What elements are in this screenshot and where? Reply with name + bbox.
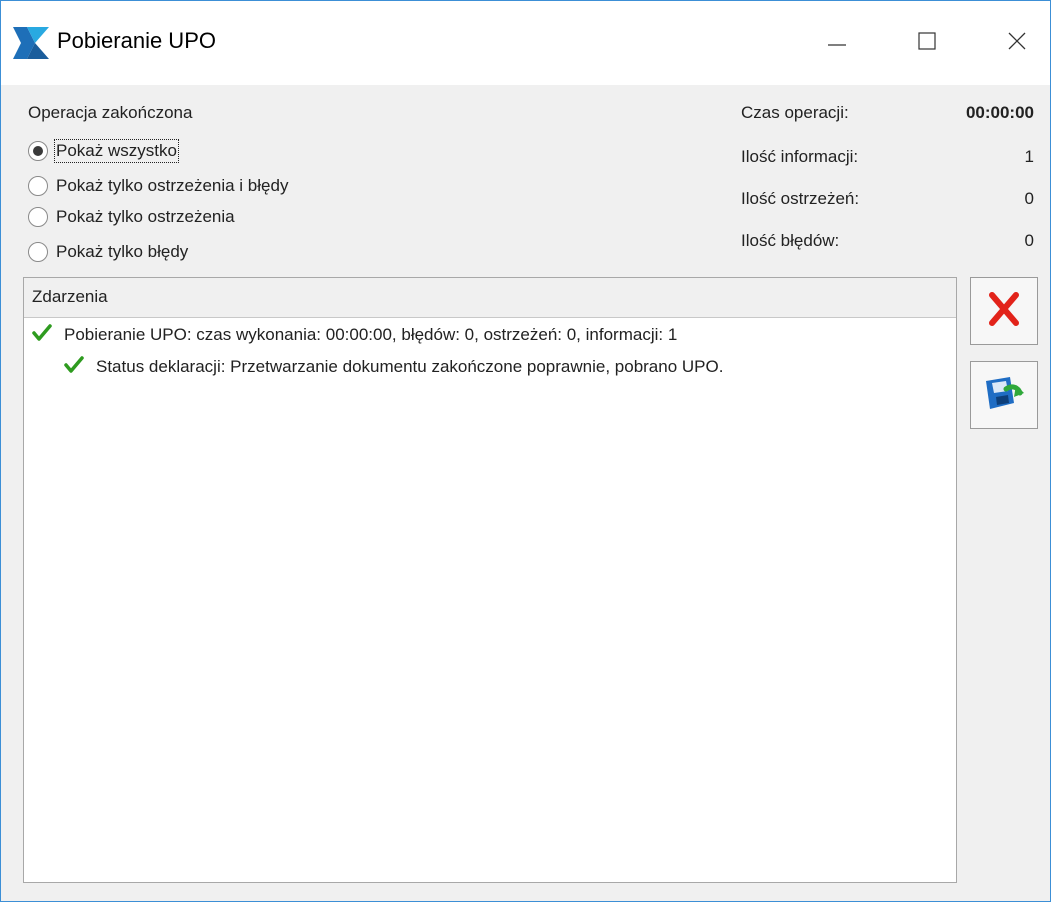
maximize-icon: [918, 32, 936, 50]
operation-status: Operacja zakończona: [28, 103, 193, 122]
radio-button[interactable]: [28, 207, 48, 227]
radio-show-warnings-and-errors[interactable]: Pokaż tylko ostrzeżenia i błędy: [28, 173, 288, 199]
red-x-icon: [986, 291, 1022, 332]
event-text: Status deklaracji: Przetwarzanie dokumen…: [96, 357, 724, 376]
radio-show-errors[interactable]: Pokaż tylko błędy: [28, 239, 188, 265]
operation-time-label: Czas operacji:: [741, 103, 849, 122]
warnings-count-label: Ilość ostrzeżeń:: [741, 189, 860, 208]
radio-button[interactable]: [28, 176, 48, 196]
event-row[interactable]: Status deklaracji: Przetwarzanie dokumen…: [64, 354, 723, 380]
radio-show-warnings[interactable]: Pokaż tylko ostrzeżenia: [28, 204, 235, 230]
check-icon: [64, 355, 84, 379]
app-logo-icon: [13, 27, 49, 59]
events-header[interactable]: Zdarzenia: [24, 278, 956, 318]
operation-time-value: 00:00:00: [965, 103, 1034, 122]
radio-label: Pokaż tylko ostrzeżenia: [56, 207, 235, 226]
info-count-value: 1: [1024, 147, 1034, 166]
radio-label: Pokaż tylko ostrzeżenia i błędy: [56, 176, 289, 195]
event-row[interactable]: Pobieranie UPO: czas wykonania: 00:00:00…: [32, 322, 677, 348]
close-icon: [1008, 32, 1026, 50]
radio-button-checked[interactable]: [28, 141, 48, 161]
maximize-button[interactable]: [899, 13, 955, 69]
radio-label: Pokaż tylko błędy: [56, 242, 189, 261]
window-title: Pobieranie UPO: [57, 28, 216, 53]
event-text: Pobieranie UPO: czas wykonania: 00:00:00…: [64, 325, 678, 344]
dialog-content: Operacja zakończona Pokaż wszystko Pokaż…: [1, 85, 1050, 901]
warnings-count-value: 0: [1024, 189, 1034, 208]
close-button[interactable]: [989, 13, 1045, 69]
radio-show-all[interactable]: Pokaż wszystko: [28, 138, 179, 164]
errors-count-label: Ilość błędów:: [741, 231, 840, 250]
save-disk-icon: [982, 371, 1026, 420]
save-button[interactable]: [970, 361, 1038, 429]
check-icon: [32, 323, 52, 347]
info-count-label: Ilość informacji:: [741, 147, 859, 166]
dialog-window: Pobieranie UPO Operacja zakończona Pokaż…: [0, 0, 1051, 902]
minimize-icon: [828, 44, 846, 46]
radio-label: Pokaż wszystko: [54, 139, 179, 163]
errors-count-value: 0: [1024, 231, 1034, 250]
radio-button[interactable]: [28, 242, 48, 262]
cancel-button[interactable]: [970, 277, 1038, 345]
minimize-button[interactable]: [809, 13, 865, 69]
events-list[interactable]: Zdarzenia Pobieranie UPO: czas wykonania…: [23, 277, 957, 883]
title-bar[interactable]: Pobieranie UPO: [1, 1, 1050, 85]
